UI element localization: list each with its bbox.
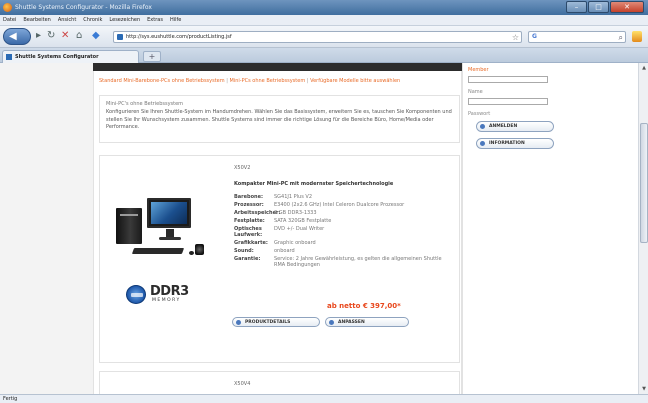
- reload-icon[interactable]: ↻: [47, 30, 55, 42]
- menu-item-view[interactable]: Ansicht: [58, 17, 76, 23]
- addon-icon[interactable]: ◆: [92, 30, 100, 42]
- bookmark-star-icon[interactable]: ☆: [512, 32, 519, 43]
- menu-item-history[interactable]: Chronik: [83, 17, 102, 23]
- maximize-button[interactable]: □: [588, 1, 609, 13]
- spec-table: Barebone: SG41J1 Plus V2 Prozessor: E340…: [234, 194, 454, 270]
- scrollbar-thumb[interactable]: [640, 123, 648, 243]
- window-titlebar: Shuttle Systems Configurator - Mozilla F…: [0, 0, 648, 15]
- status-bar: Fertig: [0, 394, 648, 403]
- main-content: Standard Mini-Barebone-PCs ohne Betriebs…: [93, 71, 462, 394]
- information-button[interactable]: INFORMATION: [476, 138, 554, 149]
- back-arrow-icon: ◀: [9, 31, 17, 42]
- tab-shuttle-configurator[interactable]: Shuttle Systems Configurator: [2, 50, 139, 63]
- menu-item-edit[interactable]: Bearbeiten: [23, 17, 50, 23]
- breadcrumb-item-models[interactable]: Verfügbare Modelle bitte auswählen: [310, 78, 400, 84]
- search-icon[interactable]: ⌕: [619, 32, 623, 43]
- bullet-icon: [480, 141, 485, 146]
- spec-row: Grafikkarte: Graphic onboard: [234, 240, 316, 246]
- url-text: http://sys.eushuttle.com/productListing.…: [126, 34, 232, 40]
- product-subtitle: Kompakter Mini-PC mit modernster Speiche…: [234, 181, 394, 187]
- intro-title: Mini-PC's ohne Betriebssystem: [106, 101, 184, 107]
- password-label: Passwort: [468, 111, 491, 117]
- bullet-icon: [329, 319, 334, 325]
- forward-icon[interactable]: ▸: [36, 30, 41, 42]
- scroll-down-icon[interactable]: ▼: [640, 385, 648, 393]
- breadcrumb-item-subcategory[interactable]: Mini-PCs ohne Betriebssystem: [230, 78, 306, 84]
- menu-item-tools[interactable]: Extras: [147, 17, 163, 23]
- intel-logo-icon: [126, 285, 146, 304]
- tab-bar: Shuttle Systems Configurator +: [0, 48, 648, 63]
- breadcrumb: Standard Mini-Barebone-PCs ohne Betriebs…: [99, 78, 401, 84]
- ddr3-memory-label: MEMORY: [152, 298, 181, 303]
- search-box[interactable]: G ⌕: [528, 31, 626, 43]
- firefox-icon: [3, 3, 12, 12]
- speaker-icon: [195, 244, 204, 255]
- spec-row: Sound: onboard: [234, 248, 295, 254]
- menu-bar: Datei Bearbeiten Ansicht Chronik Lesezei…: [0, 15, 648, 26]
- product-price: ab netto € 397,00*: [327, 302, 401, 310]
- menu-item-help[interactable]: Hilfe: [170, 17, 181, 23]
- product-badges: DDR3 MEMORY: [126, 284, 202, 306]
- back-button[interactable]: ◀: [3, 28, 31, 45]
- breadcrumb-item-category[interactable]: Standard Mini-Barebone-PCs ohne Betriebs…: [99, 78, 225, 84]
- window-title: Shuttle Systems Configurator - Mozilla F…: [15, 4, 152, 11]
- bullet-icon: [480, 124, 485, 129]
- spec-row: Prozessor: E3400 (2x2.6 GHz) Intel Celer…: [234, 202, 405, 208]
- status-text: Fertig: [3, 396, 18, 402]
- home-icon[interactable]: ⌂: [76, 30, 82, 42]
- new-tab-button[interactable]: +: [143, 51, 161, 62]
- spec-row: Barebone: SG41J1 Plus V2: [234, 194, 313, 200]
- keyboard-icon: [131, 248, 185, 254]
- product-image[interactable]: [113, 198, 213, 262]
- intro-box: Mini-PC's ohne Betriebssystem Konfigurie…: [99, 95, 460, 143]
- monitor-icon: [147, 198, 191, 228]
- member-field[interactable]: [468, 76, 548, 83]
- member-label: Member: [468, 67, 489, 73]
- tab-label: Shuttle Systems Configurator: [15, 54, 99, 60]
- stop-icon[interactable]: ✕: [61, 30, 69, 42]
- mouse-icon: [189, 251, 194, 255]
- pc-tower-icon: [116, 208, 142, 244]
- name-field[interactable]: [468, 98, 548, 105]
- extension-icon[interactable]: [632, 31, 642, 42]
- header-banner: [93, 63, 462, 71]
- minimize-button[interactable]: –: [566, 1, 587, 13]
- spec-row: Optisches Laufwerk: DVD +/- Dual Writer: [234, 226, 325, 238]
- site-favicon-icon: [117, 34, 123, 40]
- scroll-up-icon[interactable]: ▲: [640, 64, 648, 72]
- page-viewport: Standard Mini-Barebone-PCs ohne Betriebs…: [0, 63, 648, 394]
- window-controls: – □ ✕: [565, 1, 644, 13]
- product-card: X50V4: [99, 371, 460, 394]
- spec-row: Festplatte: SATA 320GB Festplatte: [234, 218, 332, 224]
- close-button[interactable]: ✕: [610, 1, 644, 13]
- menu-item-bookmarks[interactable]: Lesezeichen: [109, 17, 140, 23]
- product-card: DDR3 MEMORY X50V2 Kompakter Mini-PC mit …: [99, 155, 460, 363]
- address-bar[interactable]: http://sys.eushuttle.com/productListing.…: [113, 31, 522, 43]
- spec-row: Arbeitsspeicher: 2 GB DDR3-1333: [234, 210, 317, 216]
- navigation-toolbar: ◀ ▸ ↻ ✕ ⌂ ◆ http://sys.eushuttle.com/pro…: [0, 26, 648, 48]
- vertical-scrollbar[interactable]: ▲ ▼: [638, 63, 648, 394]
- product-details-button[interactable]: PRODUKTDETAILS: [232, 317, 320, 327]
- menu-item-file[interactable]: Datei: [3, 17, 16, 23]
- product-name: X50V2: [234, 165, 251, 171]
- tab-favicon-icon: [6, 54, 12, 60]
- name-label: Name: [468, 89, 483, 95]
- intro-text: Konfigurieren Sie Ihren Shuttle-System i…: [106, 109, 452, 130]
- bullet-icon: [236, 319, 241, 325]
- login-sidebar: Member Name Passwort ANMELDEN INFORMATIO…: [462, 63, 638, 394]
- search-engine-icon[interactable]: G: [532, 33, 537, 40]
- product-name: X50V4: [234, 381, 251, 387]
- login-button[interactable]: ANMELDEN: [476, 121, 554, 132]
- ddr3-logo: DDR3: [150, 284, 189, 299]
- customize-button[interactable]: ANPASSEN: [325, 317, 409, 327]
- spec-row: Garantie: Service: 2 Jahre Gewährleistun…: [234, 256, 442, 268]
